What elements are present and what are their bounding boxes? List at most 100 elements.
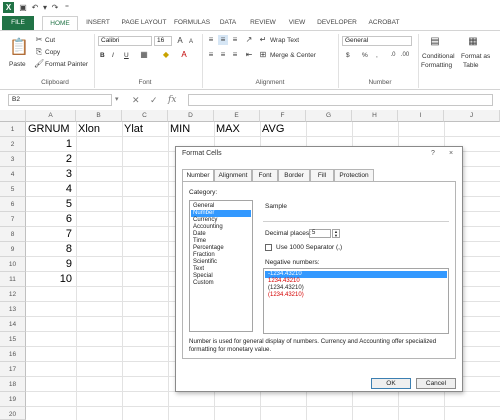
cell-grnum[interactable]: 3 <box>28 168 72 180</box>
tab-home[interactable]: HOME <box>42 16 78 30</box>
tab-developer[interactable]: DEVELOPER <box>314 16 360 30</box>
row-header[interactable]: 4 <box>0 167 26 182</box>
indent-icon[interactable]: ⇤ <box>244 50 254 60</box>
row-header[interactable]: 17 <box>0 362 26 377</box>
column-header[interactable]: F <box>260 110 306 122</box>
cell-header-xlon[interactable]: Xlon <box>78 123 100 135</box>
tab-font[interactable]: Font <box>252 169 278 181</box>
cell-grnum[interactable]: 4 <box>28 183 72 195</box>
row-header[interactable]: 19 <box>0 392 26 407</box>
bold-button[interactable]: B <box>100 52 105 59</box>
column-header[interactable]: D <box>168 110 214 122</box>
paste-icon[interactable]: 📋 <box>8 37 30 59</box>
category-list[interactable]: General Number Currency Accounting Date … <box>189 200 253 332</box>
decrease-decimal-icon[interactable]: .00 <box>400 50 410 60</box>
tab-page-layout[interactable]: PAGE LAYOUT <box>118 16 170 30</box>
percent-button[interactable]: % <box>362 52 368 59</box>
orientation-icon[interactable]: ↗ <box>244 35 254 45</box>
currency-button[interactable]: $ <box>346 52 350 59</box>
wrap-text-button[interactable]: Wrap Text <box>270 37 299 44</box>
decimal-spinner-icon[interactable]: ▲ ▼ <box>332 229 340 238</box>
align-top-icon[interactable]: ≡ <box>206 35 216 45</box>
cancel-button[interactable]: Cancel <box>416 378 456 389</box>
tab-protection[interactable]: Protection <box>334 169 374 181</box>
row-header[interactable]: 14 <box>0 317 26 332</box>
customize-toolbar-icon[interactable]: ⁼ <box>62 3 72 13</box>
row-header[interactable]: 5 <box>0 182 26 197</box>
row-header[interactable]: 13 <box>0 302 26 317</box>
column-header[interactable]: A <box>26 110 76 122</box>
row-header[interactable]: 8 <box>0 227 26 242</box>
tab-file[interactable]: FILE <box>2 16 34 30</box>
cell-grnum[interactable]: 1 <box>28 138 72 150</box>
copy-button[interactable]: Copy <box>45 49 60 56</box>
tab-acrobat[interactable]: ACROBAT <box>364 16 404 30</box>
save-icon[interactable]: ▣ <box>18 3 28 13</box>
increase-decimal-icon[interactable]: .0 <box>388 50 398 60</box>
conditional-formatting-sub[interactable]: Formatting <box>421 62 452 69</box>
confirm-entry-icon[interactable]: ✓ <box>150 94 158 106</box>
list-item[interactable]: Number <box>191 210 251 217</box>
name-box-dropdown-icon[interactable]: ▾ <box>115 94 119 106</box>
row-header[interactable]: 1 <box>0 122 26 137</box>
list-item[interactable]: -1234.43210 <box>265 271 447 278</box>
undo-icon[interactable]: ↶ <box>30 3 40 13</box>
tab-review[interactable]: REVIEW <box>246 16 280 30</box>
cell-grnum[interactable]: 8 <box>28 243 72 255</box>
underline-button[interactable]: U <box>124 52 129 59</box>
list-item[interactable]: Currency <box>191 217 251 224</box>
row-header[interactable]: 15 <box>0 332 26 347</box>
row-header[interactable]: 2 <box>0 137 26 152</box>
select-all-corner[interactable] <box>0 110 26 122</box>
align-center-icon[interactable]: ≡ <box>218 50 228 60</box>
cell-header-grnum[interactable]: GRNUM <box>28 123 70 135</box>
align-right-icon[interactable]: ≡ <box>230 50 240 60</box>
row-header[interactable]: 12 <box>0 287 26 302</box>
list-item[interactable]: General <box>191 203 251 210</box>
tab-formulas[interactable]: FORMULAS <box>172 16 212 30</box>
close-icon[interactable]: × <box>444 149 458 159</box>
conditional-formatting-button[interactable]: Conditional <box>422 53 455 60</box>
list-item[interactable]: Accounting <box>191 224 251 231</box>
decrease-font-icon[interactable]: A <box>186 37 196 47</box>
row-header[interactable]: 18 <box>0 377 26 392</box>
formula-input[interactable] <box>188 94 493 106</box>
column-header[interactable]: J <box>444 110 500 122</box>
format-painter-button[interactable]: Format Painter <box>45 61 88 68</box>
row-header[interactable]: 20 <box>0 407 26 420</box>
cell-grnum[interactable]: 5 <box>28 198 72 210</box>
cell-header-ylat[interactable]: Ylat <box>124 123 143 135</box>
column-header[interactable]: B <box>76 110 122 122</box>
align-left-icon[interactable]: ≡ <box>206 50 216 60</box>
help-button[interactable]: ? <box>426 149 440 159</box>
undo-dropdown-icon[interactable]: ▾ <box>40 3 50 13</box>
row-header[interactable]: 16 <box>0 347 26 362</box>
list-item[interactable]: Scientific <box>191 259 251 266</box>
list-item[interactable]: (1234.43210) <box>265 285 447 292</box>
tab-view[interactable]: VIEW <box>284 16 310 30</box>
font-size-select[interactable]: 16 <box>154 36 172 46</box>
list-item[interactable]: Custom <box>191 280 251 287</box>
fill-color-icon[interactable]: ◆ <box>160 50 172 60</box>
italic-button[interactable]: I <box>112 52 114 59</box>
cell-header-min[interactable]: MIN <box>170 123 190 135</box>
comma-button[interactable]: , <box>376 52 378 59</box>
tab-insert[interactable]: INSERT <box>80 16 116 30</box>
name-box[interactable]: B2 <box>8 94 112 106</box>
cancel-entry-icon[interactable]: ✕ <box>132 94 140 106</box>
tab-border[interactable]: Border <box>278 169 310 181</box>
align-middle-icon[interactable]: ≡ <box>218 35 228 45</box>
number-format-select[interactable]: General <box>342 36 412 46</box>
column-header[interactable]: G <box>306 110 352 122</box>
font-color-icon[interactable]: A <box>178 50 190 60</box>
tab-data[interactable]: DATA <box>214 16 242 30</box>
column-header[interactable]: E <box>214 110 260 122</box>
tab-alignment[interactable]: Alignment <box>214 169 252 181</box>
align-bottom-icon[interactable]: ≡ <box>230 35 240 45</box>
separator-checkbox[interactable] <box>265 244 272 251</box>
ok-button[interactable]: OK <box>371 378 411 389</box>
decimal-places-input[interactable]: 5 <box>309 229 331 238</box>
format-as-table-sub[interactable]: Table <box>463 62 479 69</box>
column-header[interactable]: I <box>398 110 444 122</box>
cell-grnum[interactable]: 10 <box>28 273 72 285</box>
